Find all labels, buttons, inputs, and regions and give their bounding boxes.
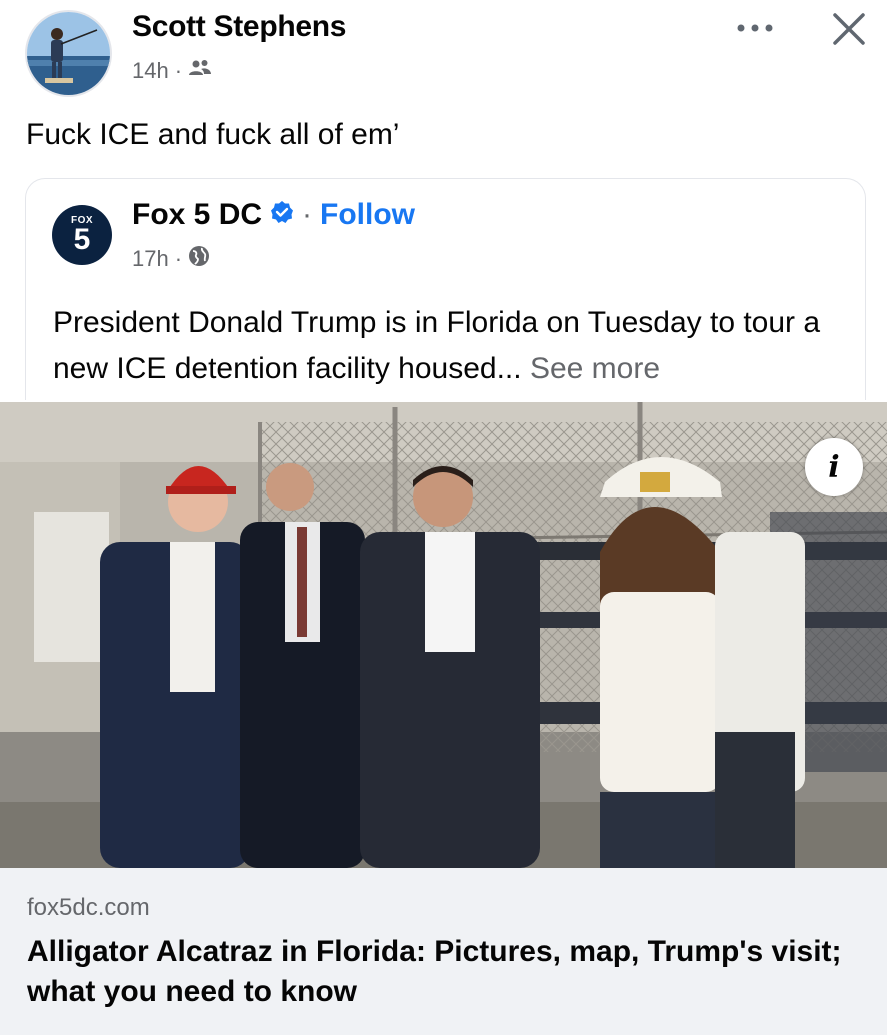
close-icon[interactable]	[826, 6, 872, 52]
see-more-link[interactable]: See more	[530, 352, 660, 385]
verified-badge-icon	[270, 198, 294, 232]
info-glyph: i	[828, 449, 840, 485]
page-separator: ·	[302, 198, 313, 231]
shared-meta: 17h ·	[132, 245, 210, 273]
link-title[interactable]: Alligator Alcatraz in Florida: Pictures,…	[27, 932, 867, 1012]
post-meta: 14h ·	[132, 58, 212, 84]
info-icon[interactable]: i	[805, 438, 863, 496]
follow-button[interactable]: Follow	[320, 198, 415, 232]
shared-meta-separator: ·	[174, 246, 183, 271]
shared-time[interactable]: 17h	[132, 246, 169, 272]
post-header: Scott Stephens 14h ·	[0, 0, 887, 110]
post-text: Fuck ICE and fuck all of em’	[26, 118, 400, 151]
news-photo[interactable]	[0, 402, 887, 868]
link-domain: fox5dc.com	[27, 894, 150, 921]
post-time[interactable]: 14h	[132, 58, 169, 84]
fox5-logo[interactable]: FOX 5	[52, 205, 112, 265]
more-options-icon[interactable]	[732, 10, 778, 46]
shared-page-row: Fox 5 DC · Follow	[132, 198, 415, 232]
fox-logo-number: 5	[73, 223, 91, 256]
shared-post-text: President Donald Trump is in Florida on …	[53, 300, 853, 392]
shared-body: President Donald Trump is in Florida on …	[53, 306, 821, 385]
author-avatar[interactable]	[25, 10, 112, 97]
friends-icon	[188, 58, 212, 84]
page-name[interactable]: Fox 5 DC	[132, 198, 262, 232]
meta-separator: ·	[174, 58, 183, 83]
globe-icon	[188, 245, 210, 273]
author-name[interactable]: Scott Stephens	[132, 10, 346, 44]
